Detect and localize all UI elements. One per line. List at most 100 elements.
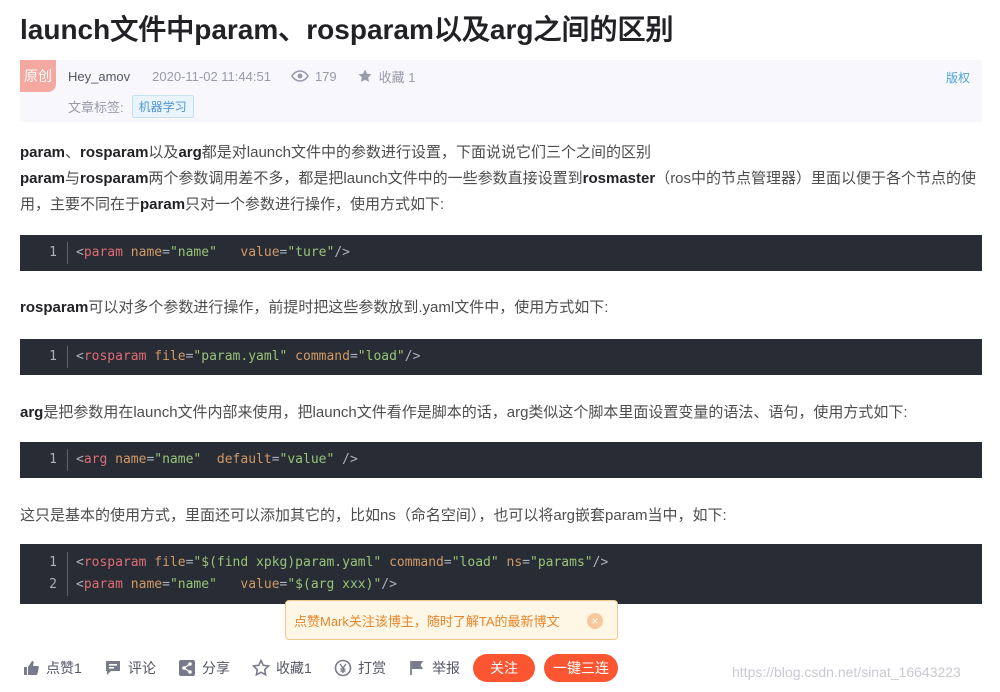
text-run: 可以对多个参数进行操作，前提时把这些参数放到.yaml文件中，使用方式如下: [88,299,609,316]
code-token: "value" [279,452,335,467]
flag-icon [410,661,423,675]
copyright-link[interactable]: 版权 [946,69,970,86]
code-token: default [216,452,272,467]
code-token: "name" [169,577,217,592]
code-token: "name" [154,452,202,467]
code-source: <param name="name" value="ture"/> [68,242,350,264]
star-outline-icon [252,659,270,677]
favorite-count[interactable]: 收藏 1 [379,67,416,86]
tag-link[interactable]: 机器学习 [131,94,194,118]
code-token: file [154,555,186,570]
like-button[interactable]: 点赞1 [22,658,82,678]
code-line: 1 <arg name="name" default="value" /> [20,449,982,471]
view-count: 179 [314,68,337,84]
report-button[interactable]: 举报 [408,658,460,678]
bold-term: rosparam [80,170,149,187]
text-run: 都是对launch文件中的参数进行设置，下面说说它们三个之间的区别 [201,144,651,161]
line-number: 1 [20,242,68,264]
meta-info-row: Hey_amov 2020-11-02 11:44:51 179 收藏 1 [68,66,435,86]
code-token: param [83,245,123,260]
favorite-label: 收藏1 [276,660,312,676]
code-token: value [240,245,280,260]
code-token: "name" [169,245,217,260]
code-token: rosparam [83,555,147,570]
reward-label: 打赏 [358,660,386,676]
share-button[interactable]: 分享 [178,658,230,678]
code-token: name [130,245,163,260]
code-token: name [130,577,163,592]
line-number: 2 [20,574,68,596]
share-icon [179,660,195,676]
bold-term: param [20,170,66,187]
code-token: command [389,555,444,570]
code-token: file [154,349,186,364]
code-token: arg [83,452,108,467]
follow-button[interactable]: 关注 [473,654,535,682]
tags-row: 文章标签: 机器学习 [68,94,194,118]
code-token: command [295,349,350,364]
bold-term: param [20,144,66,161]
comment-button[interactable]: 评论 [104,658,156,678]
code-line: 1 <param name="name" value="ture"/> [20,242,982,264]
code-token: "$(find xpkg)param.yaml" [193,555,382,570]
code-token: /> [334,245,350,260]
code-token: rosparam [83,349,147,364]
code-token: name [115,452,147,467]
triple-action-button[interactable]: 一键三连 [544,654,618,682]
code-token: value [240,577,280,592]
line-number: 1 [20,346,68,368]
text-run: 这只是基本的使用方式，里面还可以添加其它的，比如ns（命名空间），也可以将arg… [20,507,727,524]
close-icon[interactable]: × [587,613,603,629]
code-source: <rosparam file="$(find xpkg)param.yaml" … [68,552,608,574]
code-token: "ture" [287,245,335,260]
like-label: 点赞1 [46,660,82,676]
eye-icon [291,70,309,82]
text-run: 只对一个参数进行操作，使用方式如下: [185,196,445,213]
tags-label: 文章标签: [68,99,124,115]
follow-tip-toast: 点赞Mark关注该博主，随时了解TA的最新博文 × [285,600,618,640]
bold-term: param [140,196,186,213]
star-icon [357,68,373,84]
code-token: < [76,349,84,364]
code-token: "load" [357,349,405,364]
code-block-param: 1 <param name="name" value="ture"/> [20,235,982,271]
code-source: <rosparam file="param.yaml" command="loa… [68,346,420,368]
code-token: /> [381,577,397,592]
code-token: = [349,349,358,364]
favorite-button[interactable]: 收藏1 [252,658,312,678]
article-title: launch文件中param、rosparam以及arg之间的区别 [20,14,674,45]
comment-icon [106,661,120,675]
line-number: 1 [20,552,68,574]
bold-term: arg [20,404,44,421]
text-run: 与 [65,170,81,187]
code-block-nested: 1 <rosparam file="$(find xpkg)param.yaml"… [20,544,982,604]
code-block-rosparam: 1 <rosparam file="param.yaml" command="lo… [20,339,982,375]
bold-term: rosparam [20,299,89,316]
paragraph-rosparam: rosparam可以对多个参数进行操作，前提时把这些参数放到.yaml文件中，使… [20,295,608,321]
author-name[interactable]: Hey_amov [68,69,130,84]
code-token: param [83,577,123,592]
comment-label: 评论 [128,660,156,676]
code-line: 2 <param name="name" value="$(arg xxx)"/> [20,574,982,596]
code-token: = [271,452,280,467]
code-block-arg: 1 <arg name="name" default="value" /> [20,442,982,478]
toast-text: 点赞Mark关注该博主，随时了解TA的最新博文 [294,613,560,629]
thumbs-up-icon [24,661,39,675]
code-token: < [76,577,84,592]
bold-term: rosmaster [582,170,656,187]
code-token: /> [592,555,609,570]
code-line: 1 <rosparam file = "$(find xpkg)param.yaml"… [20,552,982,574]
code-token: < [76,452,84,467]
text-run: 是把参数用在launch文件内部来使用，把launch文件看作是脚本的话，arg… [43,404,908,421]
paragraph-nested: 这只是基本的使用方式，里面还可以添加其它的，比如ns（命名空间），也可以将arg… [20,503,727,529]
watermark-url: https://blog.csdn.net/sinat_16643223 [732,664,961,680]
reward-button[interactable]: 打赏 [334,658,386,678]
code-token: "param.yaml" [193,349,288,364]
publish-date: 2020-11-02 11:44:51 [152,68,271,84]
code-token: = [162,245,170,260]
